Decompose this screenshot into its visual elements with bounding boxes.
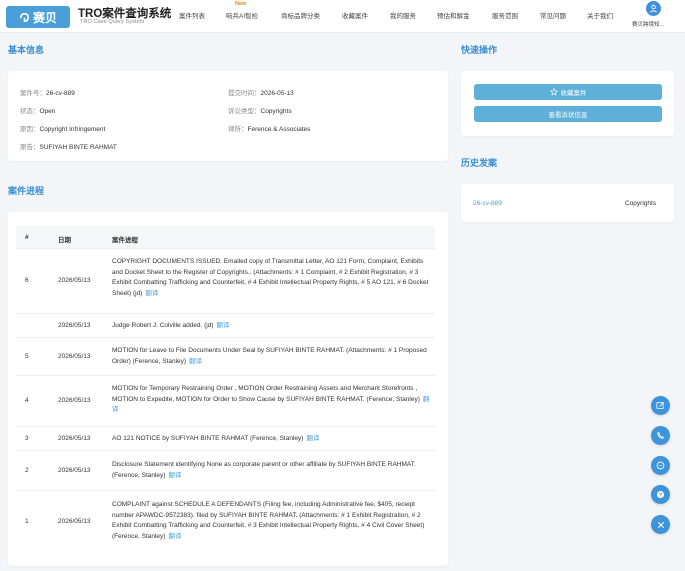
view-complaint-button[interactable]: 查看诉状信息	[474, 106, 662, 122]
logo-icon	[19, 12, 29, 22]
nav-trademark-class[interactable]: 商标品牌分类	[281, 10, 320, 20]
progress-title: 案件进程	[8, 186, 45, 196]
history-card: 26-cv-889 Copyrights	[461, 184, 674, 222]
table-row: 1 2026/05/13 COMPLAINT against SCHEDULE …	[25, 501, 425, 540]
case-cause: Copyright Infringement	[39, 126, 106, 133]
case-number-field: 案件号：26-cv-889	[20, 90, 75, 97]
nav-ai-check-label: 响兵AI智检	[226, 13, 259, 20]
basic-info-card: 案件号：26-cv-889 提交时间：2026-05-13 状态：Open 诉讼…	[8, 71, 448, 161]
col-date: 日期	[58, 237, 71, 244]
help-float-button[interactable]: ?	[651, 485, 670, 504]
quick-actions-card: 收藏案件 查看诉状信息	[461, 71, 674, 136]
plaintiff-field: 原告：SUFIYAH BINTE RAHMAT	[20, 144, 117, 151]
top-header: 赛贝 TRO案件查询系统 TRO Case Query System 案件列表 …	[0, 0, 685, 33]
logo-text: 赛贝	[32, 10, 57, 25]
cause-field: 原因：Copyright Infringement	[20, 126, 106, 133]
phone-float-button[interactable]	[651, 426, 670, 445]
table-row: 6 2026/05/13 COPYRIGHT DOCUMENTS ISSUED.…	[16, 249, 435, 314]
svg-text:?: ?	[659, 493, 662, 499]
translate-link[interactable]: 翻译	[189, 358, 202, 365]
status-field: 状态：Open	[20, 108, 56, 115]
col-number: #	[25, 234, 29, 241]
lawsuit-type: Copyrights	[260, 108, 292, 115]
nav-faq[interactable]: 常见问题	[540, 10, 566, 20]
translate-link[interactable]: 翻译	[168, 533, 181, 540]
user-icon	[650, 4, 657, 13]
favorite-case-button[interactable]: 收藏案件	[474, 84, 662, 100]
nav-favorites[interactable]: 收藏案件	[342, 10, 368, 20]
history-case-type: Copyrights	[625, 200, 657, 207]
progress-table-header: # 日期 案件进程	[16, 226, 435, 249]
phone-icon	[657, 431, 665, 439]
user-avatar[interactable]	[646, 1, 661, 16]
edit-float-button[interactable]	[651, 396, 670, 415]
plaintiff: SUFIYAH BINTE RAHMAT	[39, 144, 117, 151]
user-name[interactable]: 赛贝跨境知...	[632, 20, 664, 28]
quick-actions-title: 快速操作	[461, 45, 498, 55]
nav-service-scope[interactable]: 服务范围	[492, 10, 518, 20]
nav-my-services[interactable]: 我的服务	[390, 10, 416, 20]
translate-link[interactable]: 翻译	[145, 290, 158, 297]
table-row: 2 2026/05/13 Disclosure Statement identi…	[16, 451, 435, 491]
nav-case-list[interactable]: 案件列表	[179, 10, 205, 20]
case-status: Open	[39, 108, 56, 115]
table-row: 3 2026/05/13 AO 121 NOTICE by SUFIYAH BI…	[16, 427, 435, 451]
logo[interactable]: 赛贝	[6, 6, 70, 28]
filed-date-field: 提交时间：2026-05-13	[228, 90, 294, 97]
law-firm: Ference & Associates	[247, 126, 311, 133]
translate-link[interactable]: 翻译	[168, 472, 181, 479]
chat-float-button[interactable]	[651, 456, 670, 475]
table-row: 5 2026/05/13 MOTION for Leave to File Do…	[16, 338, 435, 376]
history-case-link[interactable]: 26-cv-889	[473, 200, 502, 207]
col-progress: 案件进程	[112, 237, 138, 244]
case-number: 26-cv-889	[46, 90, 75, 97]
table-row: 4 2026/05/13 MOTION for Temporary Restra…	[16, 376, 435, 427]
app-subtitle: TRO Case Query System	[80, 19, 145, 25]
basic-info-title: 基本信息	[8, 45, 45, 55]
filed-date: 2026-05-13	[260, 90, 294, 97]
nav-about[interactable]: 关于我们	[587, 10, 613, 20]
chat-icon	[656, 461, 665, 470]
lawsuit-type-field: 诉讼类型：Copyrights	[228, 108, 292, 115]
close-icon	[657, 521, 664, 528]
nav-settlement-estimate[interactable]: 预估和解金	[437, 10, 470, 20]
table-row: 2026/05/13 Judge Robert J. Colville adde…	[16, 314, 435, 338]
new-badge: New	[235, 1, 247, 7]
translate-link[interactable]: 翻译	[217, 322, 230, 329]
history-title: 历史发案	[461, 158, 498, 168]
edit-icon	[656, 401, 664, 410]
close-float-button[interactable]	[651, 515, 670, 534]
help-icon: ?	[656, 490, 665, 499]
star-icon	[549, 88, 558, 96]
law-firm-field: 律所：Ference & Associates	[228, 126, 311, 133]
translate-link[interactable]: 翻译	[306, 435, 319, 442]
nav-ai-check[interactable]: New 响兵AI智检	[226, 1, 259, 20]
